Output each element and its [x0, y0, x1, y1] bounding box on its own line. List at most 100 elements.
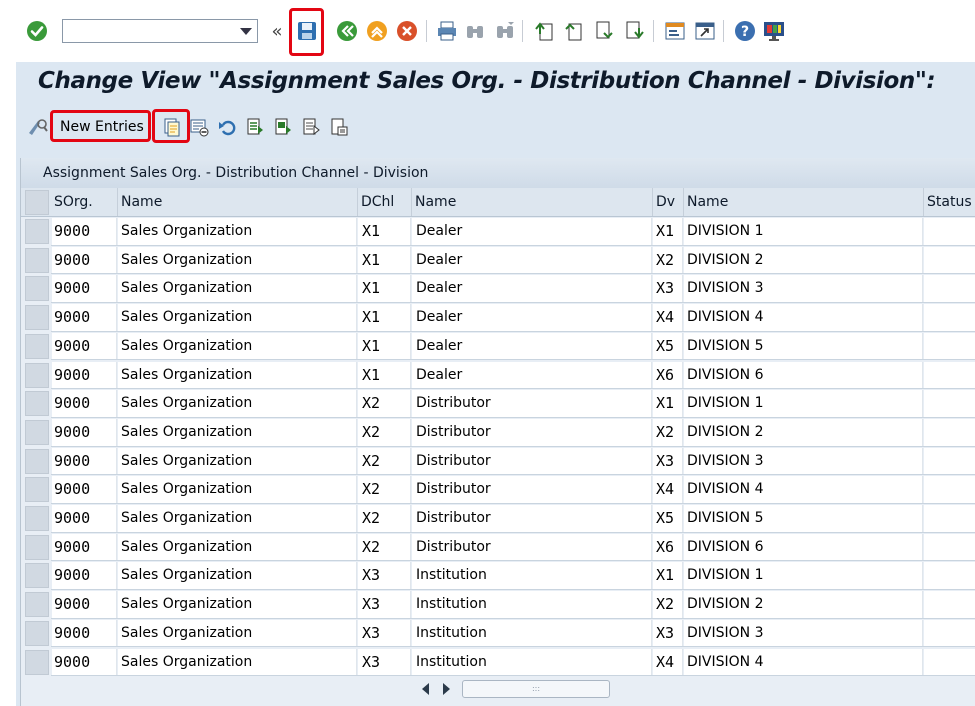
table-row[interactable]: 9000 Sales Organization X1 Dealer X6 DIVISION…	[21, 361, 975, 390]
cell-dv-name: DIVISION 6	[687, 366, 764, 383]
table-row[interactable]: 9000 Sales Organization X2 Distributor X5 DIV…	[21, 504, 975, 533]
cell-sorg: 9000	[54, 308, 91, 327]
chevron-down-icon[interactable]	[240, 28, 252, 35]
find-icon[interactable]	[462, 18, 488, 44]
row-select-button[interactable]	[25, 419, 49, 445]
table-row[interactable]: 9000 Sales Organization X2 Distributor X2 DIV…	[21, 418, 975, 447]
display-change-icon[interactable]	[26, 116, 48, 138]
system-toolbar: « ?	[0, 0, 975, 62]
column-header-dchl-name[interactable]: Name	[415, 188, 456, 216]
row-select-button[interactable]	[25, 534, 49, 560]
exit-icon[interactable]	[364, 18, 390, 44]
row-select-button[interactable]	[25, 362, 49, 388]
toolbar-separator	[522, 20, 523, 42]
cell-sorg-name: Sales Organization	[121, 596, 253, 613]
customize-layout-icon[interactable]	[761, 18, 787, 44]
table-row[interactable]: 9000 Sales Organization X1 Dealer X1 DIVISION…	[21, 217, 975, 246]
row-select-button[interactable]	[25, 247, 49, 273]
row-select-button[interactable]	[25, 333, 49, 359]
scroll-right-icon[interactable]	[443, 683, 450, 695]
table-row[interactable]: 9000 Sales Organization X3 Institution X3 DIV…	[21, 619, 975, 648]
last-page-icon[interactable]	[621, 18, 647, 44]
table-row[interactable]: 9000 Sales Organization X3 Institution X2 DIV…	[21, 590, 975, 619]
command-input[interactable]	[66, 21, 240, 43]
select-all-rows-button[interactable]	[25, 190, 49, 215]
command-field[interactable]	[62, 19, 258, 43]
table-row[interactable]: 9000 Sales Organization X2 Distributor X4 DIV…	[21, 475, 975, 504]
row-select-button[interactable]	[25, 305, 49, 331]
cell-background	[924, 390, 975, 418]
table-row[interactable]: 9000 Sales Organization X2 Distributor X6 DIV…	[21, 533, 975, 562]
column-header-dv-name[interactable]: Name	[687, 188, 728, 216]
row-select-button[interactable]	[25, 592, 49, 618]
cell-dchl: X3	[362, 566, 381, 585]
print-icon[interactable]	[434, 18, 460, 44]
table-control: Assignment Sales Org. - Distribution Cha…	[20, 158, 975, 706]
cell-dchl-name: Distributor	[416, 423, 491, 440]
table-row[interactable]: 9000 Sales Organization X2 Distributor X3 DIV…	[21, 447, 975, 476]
horizontal-scrollbar[interactable]: :::	[21, 677, 975, 702]
column-header-sorg-name[interactable]: Name	[121, 188, 162, 216]
cancel-icon[interactable]	[394, 18, 420, 44]
cell-dchl-name: Distributor	[416, 395, 491, 412]
row-select-button[interactable]	[25, 477, 49, 503]
cell-sorg: 9000	[54, 250, 91, 269]
generate-shortcut-icon[interactable]	[692, 18, 718, 44]
row-select-button[interactable]	[25, 391, 49, 417]
cell-sorg: 9000	[54, 451, 91, 470]
undo-change-icon[interactable]	[216, 116, 238, 138]
row-select-button[interactable]	[25, 620, 49, 646]
row-select-button[interactable]	[25, 276, 49, 302]
cell-background	[924, 246, 975, 274]
collapse-toolbar-icon[interactable]: «	[264, 18, 290, 44]
column-header-dchl[interactable]: DChl	[361, 188, 394, 216]
toolbar-separator	[723, 20, 724, 42]
enter-icon[interactable]	[24, 18, 50, 44]
table-row[interactable]: 9000 Sales Organization X3 Institution X4 DIV…	[21, 648, 975, 677]
print-field-list-icon[interactable]	[328, 116, 350, 138]
find-next-icon[interactable]	[492, 18, 518, 44]
cell-dchl: X1	[362, 308, 381, 327]
column-divider	[357, 188, 358, 216]
cell-sorg-name: Sales Organization	[121, 366, 253, 383]
cell-sorg: 9000	[54, 652, 91, 671]
cell-sorg: 9000	[54, 509, 91, 527]
row-select-button[interactable]	[25, 649, 49, 675]
cell-dv: X2	[656, 250, 675, 269]
row-select-button[interactable]	[25, 448, 49, 474]
cell-dv: X1	[656, 566, 675, 585]
table-row[interactable]: 9000 Sales Organization X2 Distributor X1 DIV…	[21, 389, 975, 418]
create-session-icon[interactable]	[662, 18, 688, 44]
row-select-button[interactable]	[25, 563, 49, 589]
table-row[interactable]: 9000 Sales Organization X1 Dealer X4 DIVISION…	[21, 303, 975, 332]
cell-dv-name: DIVISION 6	[687, 538, 764, 555]
row-select-button[interactable]	[25, 506, 49, 531]
first-page-icon[interactable]	[532, 18, 558, 44]
cell-dv: X3	[656, 623, 675, 642]
scroll-left-icon[interactable]	[422, 683, 429, 695]
table-row[interactable]: 9000 Sales Organization X1 Dealer X5 DIVISION…	[21, 332, 975, 361]
cell-dchl-name: Dealer	[416, 366, 463, 383]
back-icon[interactable]	[334, 18, 360, 44]
scrollbar-thumb[interactable]: :::	[462, 680, 610, 698]
select-block-icon[interactable]	[272, 116, 294, 138]
cell-background	[924, 361, 975, 389]
table-row[interactable]: 9000 Sales Organization X1 Dealer X3 DIVISION…	[21, 274, 975, 304]
previous-page-icon[interactable]	[561, 18, 587, 44]
cell-sorg-name: Sales Organization	[121, 280, 253, 297]
help-icon[interactable]: ?	[732, 18, 758, 44]
cell-background	[924, 218, 975, 245]
column-header-dv[interactable]: Dv	[656, 188, 675, 216]
cell-dv: X6	[656, 537, 675, 556]
next-page-icon[interactable]	[591, 18, 617, 44]
cell-dchl-name: Distributor	[416, 538, 491, 555]
column-header-status[interactable]: Status	[927, 188, 972, 216]
table-row[interactable]: 9000 Sales Organization X1 Dealer X2 DIVISION…	[21, 246, 975, 275]
delete-icon[interactable]	[188, 116, 210, 138]
column-header-sorg[interactable]: SOrg.	[54, 188, 93, 216]
row-select-button[interactable]	[25, 219, 49, 244]
select-all-icon[interactable]	[244, 116, 266, 138]
deselect-all-icon[interactable]	[300, 116, 322, 138]
cell-sorg-name: Sales Organization	[121, 452, 253, 469]
table-row[interactable]: 9000 Sales Organization X3 Institution X1 DIV…	[21, 561, 975, 591]
